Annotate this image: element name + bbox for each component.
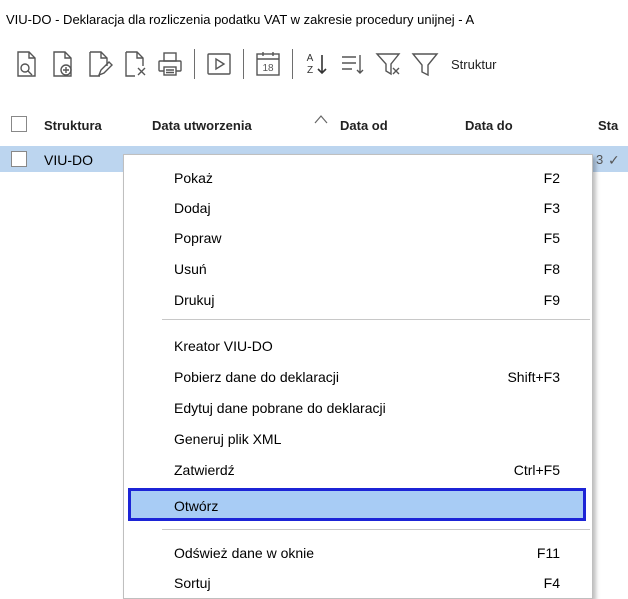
window-title: VIU-DO - Deklaracja dla rozliczenia poda… <box>6 12 475 27</box>
menu-item-shortcut: F8 <box>543 261 560 277</box>
menu-item-label: Generuj plik XML <box>174 431 282 447</box>
menu-item-open[interactable]: Otwórz <box>128 488 586 521</box>
menu-item-viu-do-wizard[interactable]: Kreator VIU-DO <box>124 333 592 359</box>
menu-item-generate-xml[interactable]: Generuj plik XML <box>124 426 592 452</box>
context-menu: Pokaż F2 Dodaj F3 Popraw F5 Usuń F8 Druk… <box>123 154 593 599</box>
menu-item-label: Edytuj dane pobrane do deklaracji <box>174 400 386 416</box>
check-icon: ✓ <box>608 152 620 168</box>
sort-ascending-icon <box>314 115 328 124</box>
add-document-icon[interactable] <box>44 46 80 82</box>
row-checkbox[interactable] <box>11 151 27 167</box>
column-created-date[interactable]: Data utworzenia <box>152 118 252 133</box>
grid-header: Struktura Data utworzenia Data od Data d… <box>0 110 628 140</box>
select-all-checkbox[interactable] <box>11 116 27 132</box>
menu-separator <box>162 319 590 320</box>
toolbar-separator <box>243 49 244 79</box>
menu-item-add[interactable]: Dodaj F3 <box>124 195 592 221</box>
menu-item-label: Kreator VIU-DO <box>174 338 273 354</box>
sort-list-icon[interactable] <box>335 46 371 82</box>
menu-item-shortcut: F3 <box>543 200 560 216</box>
menu-item-label: Popraw <box>174 230 222 246</box>
column-date-to[interactable]: Data do <box>465 118 513 133</box>
menu-item-shortcut: F4 <box>543 575 560 591</box>
menu-item-sort[interactable]: Sortuj F4 <box>124 570 592 596</box>
menu-separator <box>162 529 590 530</box>
print-icon[interactable] <box>152 46 188 82</box>
menu-item-shortcut: F2 <box>543 170 560 186</box>
menu-item-label: Zatwierdź <box>174 462 235 478</box>
menu-item-edit-fetched-data[interactable]: Edytuj dane pobrane do deklaracji <box>124 395 592 421</box>
menu-item-fetch-declaration-data[interactable]: Pobierz dane do deklaracji Shift+F3 <box>124 364 592 390</box>
menu-item-shortcut: F5 <box>543 230 560 246</box>
menu-item-label: Pobierz dane do deklaracji <box>174 369 339 385</box>
menu-item-edit[interactable]: Popraw F5 <box>124 225 592 251</box>
menu-item-label: Usuń <box>174 261 207 277</box>
menu-item-label: Sortuj <box>174 575 211 591</box>
menu-item-show[interactable]: Pokaż F2 <box>124 165 592 191</box>
delete-document-icon[interactable] <box>116 46 152 82</box>
menu-item-approve[interactable]: Zatwierdź Ctrl+F5 <box>124 457 592 483</box>
toolbar: 18 A Z Struktur <box>8 44 628 84</box>
menu-item-label: Otwórz <box>174 498 219 514</box>
toolbar-separator <box>292 49 293 79</box>
menu-item-label: Pokaż <box>174 170 213 186</box>
menu-item-refresh[interactable]: Odśwież dane w oknie F11 <box>124 540 592 566</box>
menu-item-label: Dodaj <box>174 200 211 216</box>
calendar-day: 18 <box>262 63 274 74</box>
run-icon[interactable] <box>201 46 237 82</box>
menu-item-shortcut: Ctrl+F5 <box>513 462 560 478</box>
sort-az-top: A <box>307 53 314 64</box>
column-date-from[interactable]: Data od <box>340 118 388 133</box>
menu-item-delete[interactable]: Usuń F8 <box>124 256 592 282</box>
sort-az-bottom: Z <box>307 65 313 76</box>
filter-clear-icon[interactable] <box>371 46 407 82</box>
menu-item-print[interactable]: Drukuj F9 <box>124 287 592 313</box>
row-structure-value: VIU-DO <box>44 152 93 168</box>
menu-item-label: Odśwież dane w oknie <box>174 545 315 561</box>
calendar-icon[interactable]: 18 <box>250 46 286 82</box>
menu-item-shortcut: F11 <box>536 545 560 561</box>
structure-toolbar-label[interactable]: Struktur <box>451 57 497 72</box>
column-structure[interactable]: Struktura <box>44 118 102 133</box>
filter-icon[interactable] <box>407 46 443 82</box>
column-status[interactable]: Sta <box>598 118 618 133</box>
preview-icon[interactable] <box>8 46 44 82</box>
row-partial-value: 3 <box>596 152 604 167</box>
edit-document-icon[interactable] <box>80 46 116 82</box>
sort-az-icon[interactable]: A Z <box>299 46 335 82</box>
menu-item-shortcut: Shift+F3 <box>507 369 560 385</box>
toolbar-separator <box>194 49 195 79</box>
menu-item-label: Drukuj <box>174 292 215 308</box>
menu-item-shortcut: F9 <box>543 292 560 308</box>
